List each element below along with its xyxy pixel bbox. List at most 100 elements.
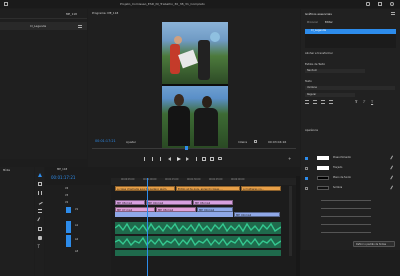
caption-clip-2[interactable]: a mulheres no... [241, 186, 281, 191]
track-header-v4[interactable]: V4 [45, 186, 111, 192]
appearance-row-background[interactable]: Plano de fundo [305, 175, 395, 181]
monitor-scrubber[interactable] [92, 148, 296, 149]
v1-clip-3[interactable]: ME_09.mp4 [234, 212, 280, 217]
essential-graphics-panel: Gráficos essenciais Procurar Editar Cl_L… [301, 9, 400, 167]
background-swatch[interactable] [317, 176, 329, 180]
underline-icon[interactable]: T [371, 100, 375, 104]
bold-icon[interactable]: T [355, 100, 359, 104]
shadow-swatch[interactable] [317, 186, 329, 190]
user-icon[interactable] [390, 2, 394, 6]
track-header-v3[interactable]: V3 [45, 193, 111, 199]
ripple-edit-icon[interactable] [37, 191, 42, 195]
audio-clip-a3[interactable] [115, 250, 281, 256]
appearance-row-stroke[interactable]: Traçado [305, 165, 395, 171]
appearance-row-shadow[interactable]: Sombra [305, 185, 395, 191]
project-panel: ME_118 Cl_Legenda [0, 9, 87, 159]
track-select-icon[interactable] [37, 182, 42, 186]
fit-dropdown[interactable]: Ajustar [126, 140, 136, 144]
source-patch-a1[interactable] [66, 221, 71, 233]
align-center-icon[interactable] [313, 100, 317, 104]
rectangle-icon[interactable] [37, 227, 42, 231]
stroke-checkbox[interactable] [305, 166, 308, 170]
mark-out-icon[interactable] [152, 157, 153, 161]
source-patch-v1[interactable] [66, 207, 71, 213]
share-icon[interactable] [366, 2, 370, 6]
justify-icon[interactable] [329, 100, 333, 104]
timeline-timecode[interactable]: 00:01:17:21 [51, 176, 75, 180]
italic-icon[interactable]: T [363, 100, 367, 104]
pen-icon[interactable] [36, 217, 43, 223]
go-to-out-icon[interactable] [194, 157, 197, 161]
panel-menu-icon[interactable] [391, 12, 395, 15]
project-item-row[interactable]: Cl_Legenda [0, 22, 87, 30]
v2-clip-1[interactable]: ME_09.mp4 [146, 200, 192, 205]
razor-icon[interactable] [36, 199, 43, 205]
video-frame[interactable] [162, 22, 228, 148]
go-to-in-icon[interactable] [160, 157, 163, 161]
audio-clip-a2[interactable] [115, 236, 281, 248]
camera-icon[interactable] [218, 157, 222, 160]
track-header-a3[interactable]: A3 [45, 249, 111, 257]
extract-icon[interactable] [210, 157, 214, 161]
project-header-line [0, 18, 87, 19]
track-header-a1[interactable]: A1 [45, 221, 111, 233]
menu-icon[interactable] [78, 24, 82, 28]
mark-in-icon[interactable] [144, 157, 145, 161]
background-eyedropper-icon[interactable] [390, 175, 395, 181]
timeline-sequence-tab[interactable]: ME_118 [57, 168, 67, 172]
v2-clip-0[interactable]: ME_08.mp4 [115, 200, 145, 205]
blur-slider[interactable] [321, 232, 371, 233]
v1-long-clip[interactable] [115, 212, 233, 217]
fill-swatch[interactable] [317, 156, 329, 160]
fill-checkbox[interactable] [305, 156, 308, 160]
shadow-eyedropper-icon[interactable] [390, 185, 395, 191]
home-icon[interactable] [4, 2, 8, 6]
quality-dropdown[interactable]: Inteira [238, 140, 247, 144]
align-right-icon[interactable] [321, 100, 325, 104]
wrench-icon[interactable] [254, 140, 257, 143]
caption-clip-1[interactable]: Então ali te quis, aprendi coisas ... [176, 186, 240, 191]
stroke-eyedropper-icon[interactable] [390, 165, 395, 171]
shadow-checkbox[interactable] [305, 186, 308, 190]
hand-icon[interactable] [37, 236, 42, 240]
v2-clip-2[interactable]: ME_08.mp4 [193, 200, 233, 205]
tab-browse[interactable]: Procurar [307, 21, 318, 25]
type-icon[interactable]: T [38, 244, 42, 249]
lift-icon[interactable] [202, 157, 206, 161]
fullscreen-icon[interactable] [378, 2, 382, 6]
angle-slider[interactable] [321, 208, 371, 209]
source-patch-a2[interactable] [66, 235, 71, 247]
selection-tool-icon[interactable] [37, 173, 42, 177]
appearance-row-fill[interactable]: Preenchimento [305, 155, 395, 161]
track-header-v2[interactable]: V2 [45, 200, 111, 206]
caption-clip-0[interactable]: a coisa chamada aqui ta pedaço além. [115, 186, 175, 191]
playhead-marker[interactable] [185, 146, 188, 150]
slip-icon[interactable] [37, 209, 42, 213]
track-header-v1[interactable]: V1 [45, 207, 111, 213]
timeline-ruler[interactable] [111, 178, 300, 185]
background-checkbox[interactable] [305, 176, 308, 180]
timeline-scrollbar[interactable] [289, 186, 292, 256]
stroke-swatch[interactable] [317, 166, 329, 170]
track-label-v1: V1 [75, 207, 79, 211]
eyedropper-icon[interactable] [390, 155, 395, 161]
ruler-label-5: 00:02:00:00 [231, 178, 245, 181]
style-dropdown[interactable]: Nenhum [305, 69, 365, 73]
timeline-playhead[interactable] [147, 178, 148, 276]
font-dropdown[interactable]: Verdana [305, 86, 395, 90]
opacity-slider[interactable] [321, 200, 371, 201]
tab-edit[interactable]: Editar [325, 21, 333, 25]
step-back-icon[interactable] [168, 157, 171, 161]
step-forward-icon[interactable] [186, 157, 189, 161]
track-header-a2[interactable]: A2 [45, 235, 111, 247]
distance-slider[interactable] [321, 216, 371, 217]
audio-clip-a1[interactable] [115, 222, 281, 234]
size-slider[interactable] [321, 224, 371, 225]
font-style-dropdown[interactable]: Regular [305, 93, 355, 97]
current-timecode[interactable]: 00:01:17:21 [95, 139, 116, 143]
add-button-icon[interactable]: + [288, 157, 292, 161]
align-left-icon[interactable] [305, 100, 309, 104]
play-icon[interactable] [177, 156, 181, 161]
set-default-font-button[interactable]: Definir o padrão de fontes [353, 241, 395, 247]
tool-strip: T [35, 167, 44, 276]
